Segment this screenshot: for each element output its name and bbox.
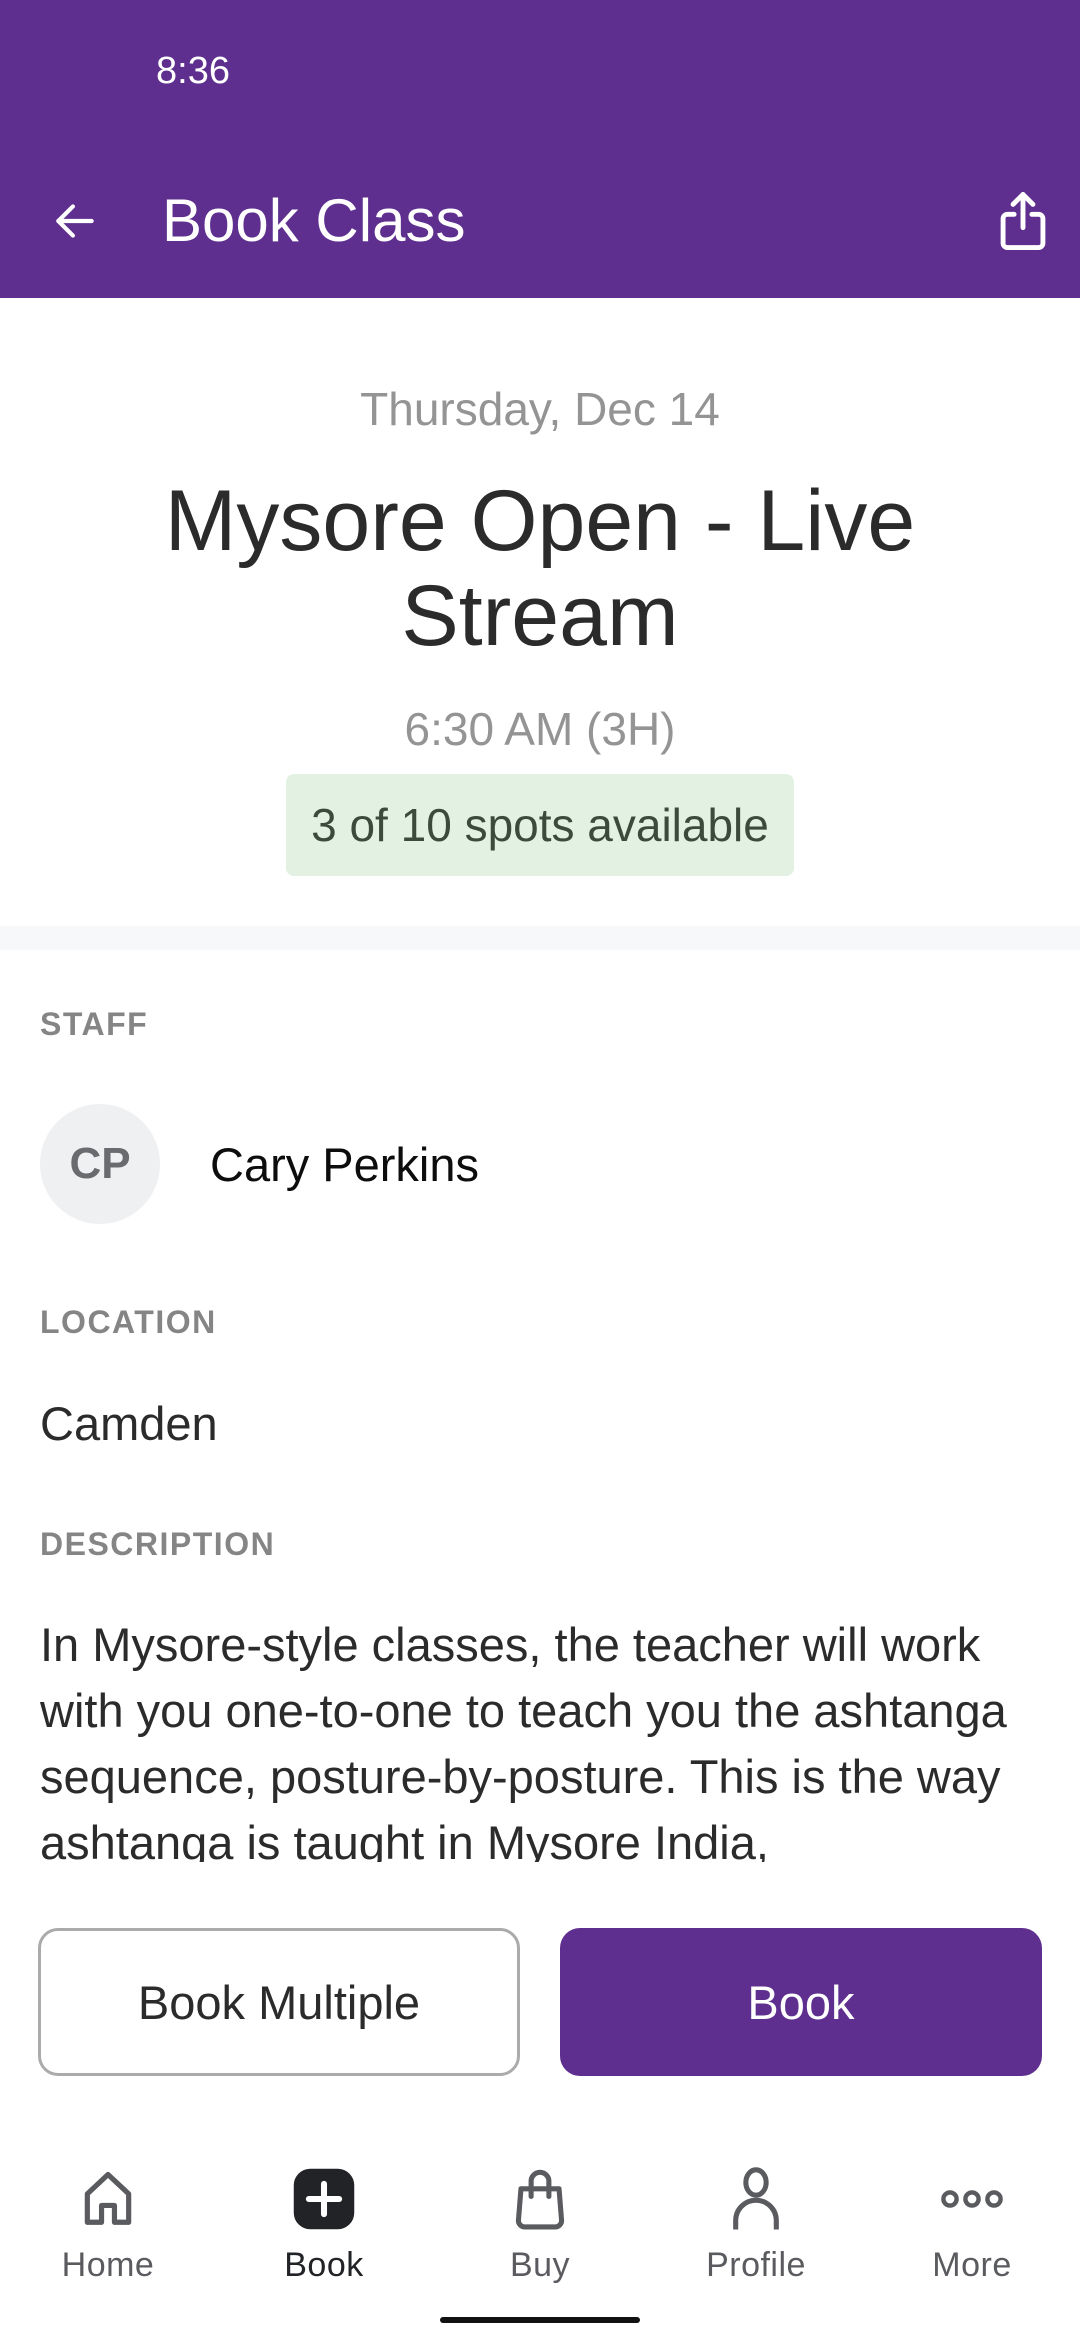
- nav-item-more[interactable]: More: [864, 2122, 1080, 2340]
- nav-label: Buy: [509, 2246, 571, 2284]
- class-name: Mysore Open - Live Stream: [164, 473, 916, 664]
- avatar: CP: [40, 1104, 160, 1224]
- nav-item-buy[interactable]: Buy: [432, 2122, 648, 2340]
- description-scroll-area[interactable]: In Mysore-style classes, the teacher wil…: [40, 1612, 1050, 1862]
- book-multiple-button[interactable]: Book Multiple: [38, 1928, 520, 2076]
- nav-item-home[interactable]: Home: [0, 2122, 216, 2340]
- class-summary: Thursday, Dec 14 Mysore Open - Live Stre…: [0, 298, 1080, 926]
- share-button[interactable]: [988, 186, 1058, 256]
- home-indicator[interactable]: [440, 2317, 640, 2323]
- status-bar-time: 8:36: [156, 50, 230, 92]
- nav-label: Profile: [706, 2246, 806, 2284]
- plus-square-icon: [289, 2164, 359, 2234]
- share-icon: [1000, 191, 1046, 251]
- back-button[interactable]: [40, 186, 110, 256]
- staff-name: Cary Perkins: [210, 1137, 480, 1191]
- page-title: Book Class: [162, 187, 466, 254]
- nav-label: Home: [61, 2246, 155, 2284]
- nav-label: Book: [284, 2246, 364, 2284]
- location-value: Camden: [40, 1397, 218, 1450]
- class-date: Thursday, Dec 14: [360, 383, 720, 435]
- description-section-label: DESCRIPTION: [40, 1526, 276, 1562]
- arrow-left-icon: [56, 204, 94, 238]
- nav-item-profile[interactable]: Profile: [648, 2122, 864, 2340]
- description-text: In Mysore-style classes, the teacher wil…: [40, 1618, 1007, 1862]
- availability-badge: 3 of 10 spots available: [286, 774, 794, 876]
- class-time: 6:30 AM (3H): [404, 703, 676, 755]
- shopping-bag-icon: [505, 2164, 575, 2234]
- nav-label: More: [932, 2246, 1012, 2284]
- nav-item-book[interactable]: Book: [216, 2122, 432, 2340]
- book-button[interactable]: Book: [560, 1928, 1042, 2076]
- home-icon: [73, 2164, 143, 2234]
- bottom-nav: Home Book Buy Profile More: [0, 2122, 1080, 2340]
- location-section-label: LOCATION: [40, 1304, 217, 1340]
- action-bar: Book Multiple Book: [0, 1862, 1080, 2122]
- staff-row[interactable]: CP Cary Perkins: [40, 1104, 479, 1224]
- staff-section-label: STAFF: [40, 1006, 149, 1042]
- more-dots-icon: [937, 2164, 1007, 2234]
- person-icon: [721, 2164, 791, 2234]
- section-divider: [0, 926, 1080, 950]
- app-header: 8:36 Book Class: [0, 0, 1080, 298]
